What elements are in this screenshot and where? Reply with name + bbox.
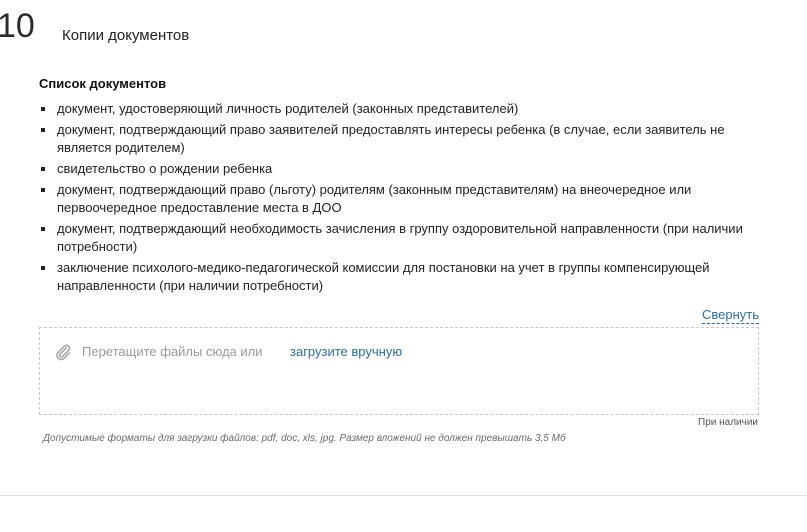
step-number: 10: [0, 7, 35, 45]
list-item: свидетельство о рождении ребенка: [39, 160, 759, 178]
section-divider: [0, 495, 807, 496]
collapse-link[interactable]: Свернуть: [701, 307, 759, 324]
list-item: документ, подтверждающий необходимость з…: [39, 220, 759, 256]
paperclip-icon: [56, 344, 71, 361]
list-item: документ, подтверждающий право заявителе…: [39, 121, 759, 157]
step-title: Копии документов: [62, 27, 190, 44]
list-item-text: документ, подтверждающий право (льготу) …: [57, 182, 692, 215]
list-item-text: свидетельство о рождении ребенка: [57, 161, 273, 176]
list-item: заключение психолого-медико-педагогическ…: [39, 259, 759, 295]
list-item-text: документ, удостоверяющий личность родите…: [57, 101, 519, 116]
list-item: документ, удостоверяющий личность родите…: [39, 100, 759, 118]
list-item: документ, подтверждающий право (льготу) …: [39, 181, 759, 217]
list-item-text: документ, подтверждающий необходимость з…: [57, 221, 743, 254]
bullet-icon: [41, 188, 45, 192]
list-item-text: документ, подтверждающий право заявителе…: [57, 122, 725, 155]
dropzone-text: Перетащите файлы сюда или: [82, 344, 263, 359]
formats-hint: Допустимые форматы для загрузки файлов: …: [43, 433, 566, 444]
bullet-icon: [41, 266, 45, 270]
requirement-note: При наличии: [698, 417, 758, 428]
upload-manually-link[interactable]: загрузите вручную: [290, 344, 402, 360]
list-item-text: заключение психолого-медико-педагогическ…: [57, 260, 710, 293]
bullet-icon: [41, 128, 45, 132]
bullet-icon: [41, 107, 45, 111]
documents-list-heading: Список документов: [39, 76, 167, 91]
documents-list: документ, удостоверяющий личность родите…: [39, 100, 759, 298]
file-dropzone[interactable]: Перетащите файлы сюда или загрузите вруч…: [39, 327, 759, 415]
bullet-icon: [41, 227, 45, 231]
bullet-icon: [41, 167, 45, 171]
